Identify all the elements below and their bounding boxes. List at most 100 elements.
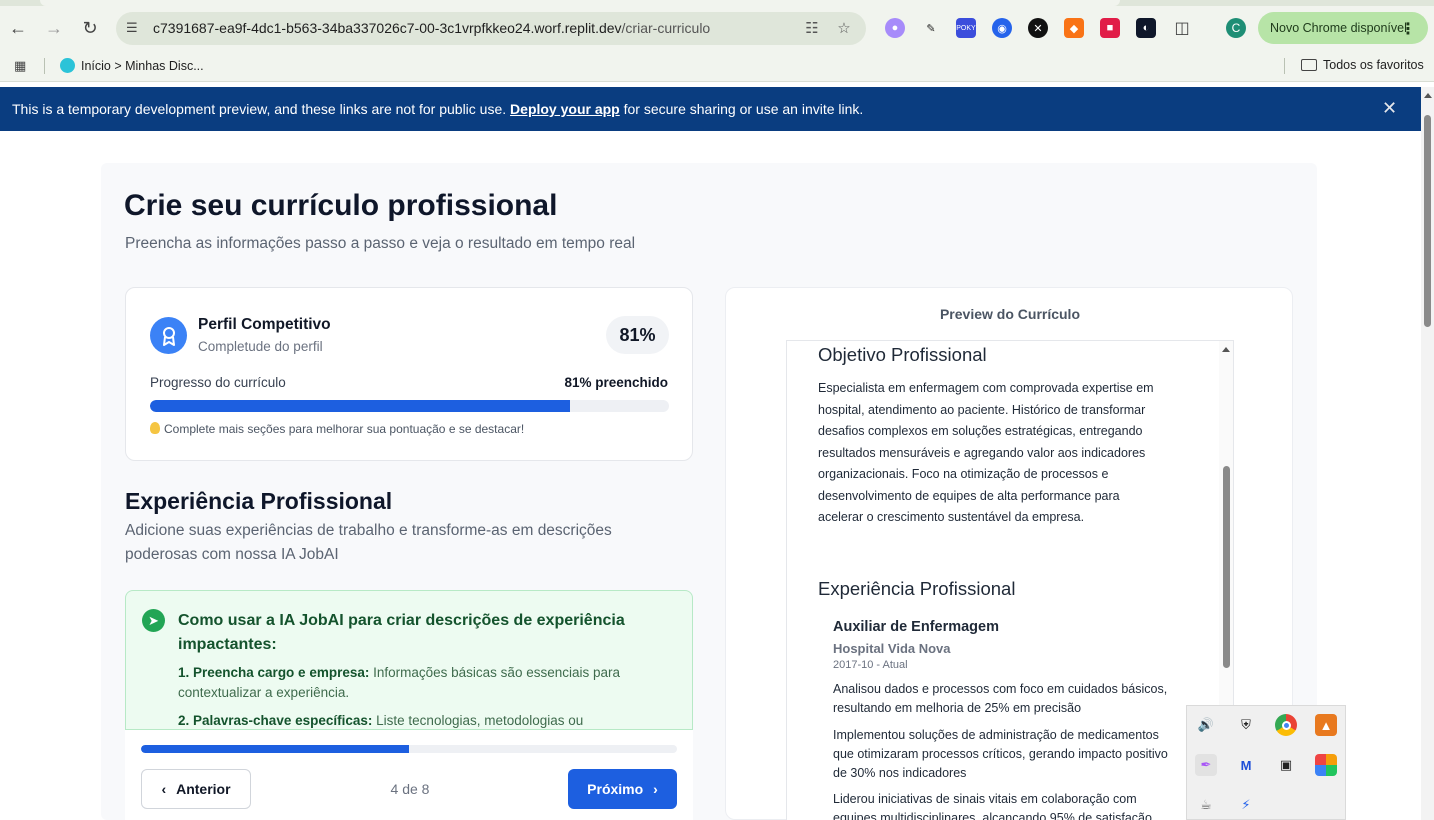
job-bullet: Implementou soluções de administração de…: [833, 728, 1168, 780]
bookmarks-divider: [44, 58, 45, 74]
metamask-extension-icon[interactable]: ◆: [1064, 18, 1084, 38]
active-tab[interactable]: [40, 0, 1120, 6]
colorful-app-icon[interactable]: [1315, 754, 1337, 776]
bookmark-favicon-icon: [60, 58, 75, 73]
preview-scroll-up-icon[interactable]: [1222, 347, 1230, 352]
job-title: Auxiliar de Enfermagem: [833, 619, 999, 635]
system-tray-overflow: 🔊 ⛨ ▲ ✒ M ▣ ☕ ⚡: [1186, 705, 1346, 820]
resume-preview-document[interactable]: Objetivo Profissional Especialista em en…: [786, 340, 1234, 820]
experience-heading: Experiência Profissional: [818, 578, 1016, 599]
previous-button[interactable]: ‹ Anterior: [141, 769, 251, 809]
next-button[interactable]: Próximo ›: [568, 769, 677, 809]
chrome-update-button[interactable]: Novo Chrome disponível ⋮: [1258, 12, 1428, 44]
next-button-label: Próximo: [587, 781, 644, 797]
extension-icon-1[interactable]: ●: [885, 18, 905, 38]
step-counter: 4 de 8: [390, 781, 430, 797]
dev-preview-banner: This is a temporary development preview,…: [0, 87, 1421, 131]
resume-progress-bar: [150, 400, 669, 412]
chevron-right-icon: ›: [653, 781, 658, 797]
preview-title: Preview do Currículo: [939, 306, 1081, 322]
tip-item: 2. Palavras-chave específicas: Liste tec…: [178, 711, 668, 729]
banner-text-before: This is a temporary development preview,…: [12, 101, 507, 117]
url-text[interactable]: c7391687-ea9f-4dc1-b563-34ba337026c7-00-…: [153, 20, 710, 36]
jobai-tips-box: ➤ Como usar a IA JobAI para criar descri…: [125, 590, 693, 730]
job-bullet: Analisou dados e processos com foco em c…: [833, 682, 1168, 715]
menu-dots-icon[interactable]: ⋮: [1400, 19, 1416, 39]
reload-icon[interactable]: ↻: [78, 16, 102, 40]
bookmarks-divider-right: [1284, 58, 1285, 74]
shield-icon[interactable]: ⛨: [1235, 714, 1257, 736]
progress-tip-text: Complete mais seções para melhorar sua p…: [164, 422, 525, 436]
address-bar[interactable]: ☰ c7391687-ea9f-4dc1-b563-34ba337026c7-0…: [116, 12, 866, 45]
url-path: /criar-curriculo: [621, 20, 711, 36]
job-company: Hospital Vida Nova: [833, 641, 951, 656]
profile-score-card: Perfil Competitivo Completude do perfil …: [125, 287, 693, 461]
page-scroll-thumb[interactable]: [1424, 115, 1431, 327]
section-title: Experiência Profissional: [125, 488, 393, 514]
rocket-icon: ➤: [142, 609, 165, 632]
malwarebytes-icon[interactable]: M: [1235, 754, 1257, 776]
tab-strip: [0, 0, 1434, 6]
lightning-icon[interactable]: ⚡: [1235, 794, 1257, 816]
banner-text-after: for secure sharing or use an invite link…: [623, 101, 864, 117]
all-bookmarks-label: Todos os favoritos: [1323, 58, 1424, 72]
site-info-icon[interactable]: ☰: [126, 20, 144, 38]
folder-icon: [1301, 59, 1317, 71]
all-bookmarks-button[interactable]: Todos os favoritos: [1301, 58, 1424, 72]
back-icon[interactable]: ←: [6, 16, 30, 40]
bookmark-item[interactable]: Início > Minhas Disc...: [60, 58, 204, 73]
lock-extension-icon[interactable]: ■: [1100, 18, 1120, 38]
score-subtitle: Completude do perfil: [198, 339, 323, 354]
eyedropper-extension-icon[interactable]: ✎: [921, 18, 941, 38]
banner-message: This is a temporary development preview,…: [12, 101, 863, 117]
banner-close-icon[interactable]: ✕: [1382, 98, 1397, 119]
bookmarks-bar: ▦ Início > Minhas Disc... Todos os favor…: [0, 50, 1434, 82]
job-bullet: Liderou iniciativas de sinais vitais em …: [833, 792, 1152, 820]
previous-button-label: Anterior: [176, 781, 231, 797]
page-title: Crie seu currículo profissional: [124, 189, 558, 222]
tip-item-heading: 2. Palavras-chave específicas:: [178, 713, 373, 728]
section-description: Adicione suas experiências de trabalho e…: [125, 522, 612, 563]
page-scrollbar[interactable]: [1421, 87, 1434, 820]
browser-toolbar: ← → ↻ ☰ c7391687-ea9f-4dc1-b563-34ba3370…: [0, 0, 1434, 56]
objective-heading: Objetivo Profissional: [818, 344, 987, 365]
scroll-up-arrow-icon[interactable]: [1424, 93, 1432, 98]
bookmark-star-icon[interactable]: ☆: [834, 19, 854, 39]
progress-label: Progresso do currículo: [150, 375, 286, 390]
extensions-puzzle-icon[interactable]: ◫: [1172, 18, 1192, 38]
chrome-update-label: Novo Chrome disponível: [1270, 21, 1407, 35]
deploy-app-link[interactable]: Deploy your app: [510, 101, 620, 117]
volume-icon[interactable]: 🔊: [1195, 714, 1217, 736]
steps-progress-bar: [141, 745, 677, 753]
feather-icon[interactable]: ✒: [1195, 754, 1217, 776]
award-badge-icon: [150, 317, 187, 354]
score-title: Perfil Competitivo: [198, 316, 331, 333]
target-extension-icon[interactable]: ◉: [992, 18, 1012, 38]
progress-tip: Complete mais seções para melhorar sua p…: [150, 422, 524, 436]
chrome-icon[interactable]: [1275, 714, 1297, 736]
tip-item-text: Liste tecnologias, metodologias ou: [376, 713, 584, 728]
progress-value: 81% preenchido: [564, 375, 668, 390]
lightbulb-icon: [150, 422, 160, 434]
forward-icon[interactable]: →: [42, 16, 66, 40]
app-orange-icon[interactable]: ▲: [1315, 714, 1337, 736]
chevron-left-icon: ‹: [161, 781, 167, 797]
profile-avatar[interactable]: C: [1226, 18, 1246, 38]
apps-grid-icon[interactable]: ▦: [14, 58, 30, 74]
preview-scroll-thumb[interactable]: [1223, 466, 1230, 668]
steps-progress-fill: [141, 745, 409, 753]
dark-extension-icon[interactable]: ◐: [1136, 18, 1156, 38]
job-dates: 2017-10 - Atual: [833, 659, 908, 671]
score-percentage-badge: 81%: [606, 316, 669, 354]
tips-title: Como usar a IA JobAI para criar descriçõ…: [178, 612, 625, 653]
translate-icon[interactable]: ☷: [802, 19, 822, 39]
resume-progress-fill: [150, 400, 571, 412]
bookmark-label: Início > Minhas Disc...: [81, 59, 204, 73]
monitor-icon[interactable]: ▣: [1275, 754, 1297, 776]
cup-icon[interactable]: ☕: [1195, 794, 1217, 816]
page-subtitle: Preencha as informações passo a passo e …: [125, 235, 636, 252]
poky-extension-icon[interactable]: POKY: [956, 18, 976, 38]
tip-item: 1. Preencha cargo e empresa: Informações…: [178, 663, 668, 703]
close-x-extension-icon[interactable]: ✕: [1028, 18, 1048, 38]
objective-text: Especialista em enfermagem com comprovad…: [818, 381, 1154, 524]
